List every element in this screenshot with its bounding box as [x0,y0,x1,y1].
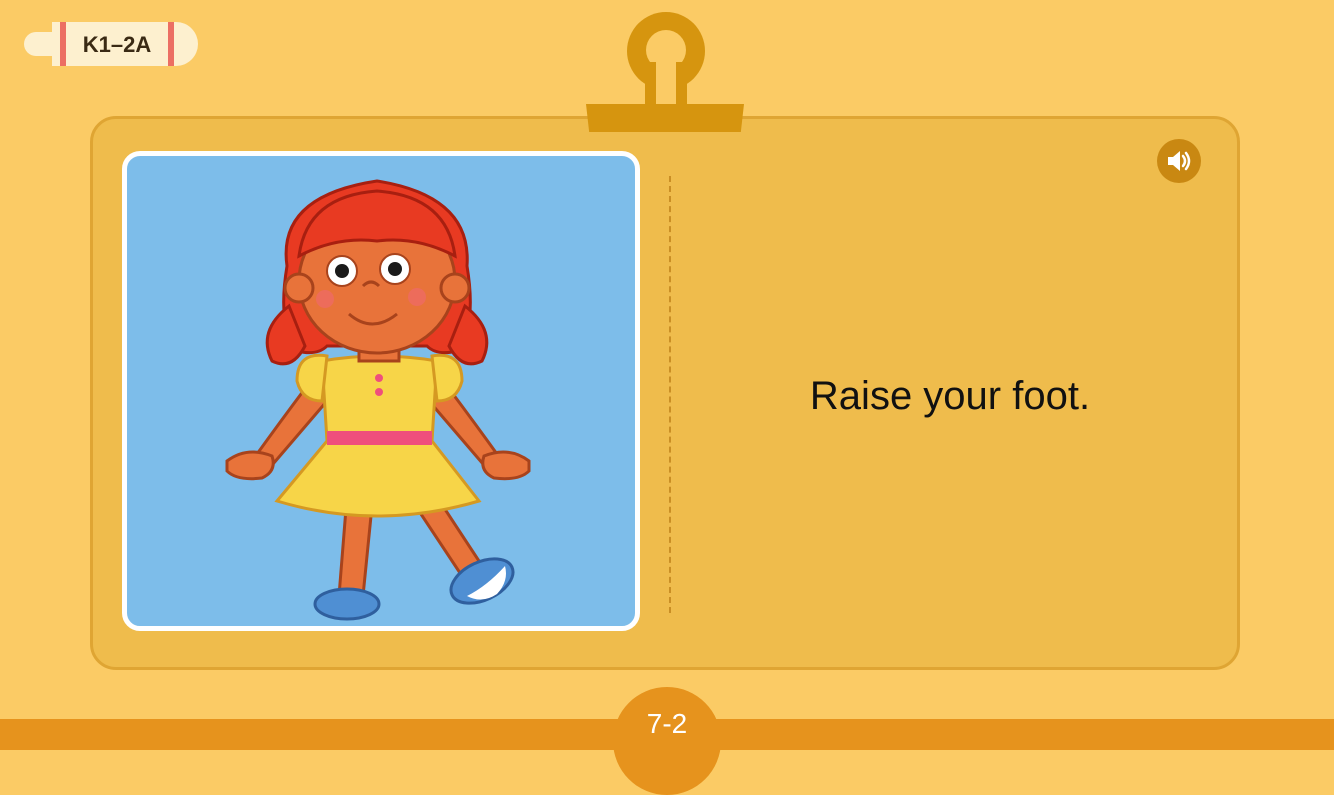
girl-illustration [225,179,531,621]
left-shoe [313,587,381,621]
level-tag: K1–2A [24,22,198,66]
left-hand [225,450,275,481]
left-cheek [316,290,334,308]
card-sentence: Raise your foot. [809,374,1091,418]
right-hand [481,450,531,481]
page-number: 7-2 [646,708,688,739]
right-sleeve [430,353,464,403]
right-ear [439,272,471,304]
right-cheek [408,288,426,306]
audio-button[interactable] [1157,139,1201,183]
dress-button [375,374,383,382]
dress-top [320,354,439,443]
left-ear [283,272,315,304]
card-divider [669,176,671,613]
dress-skirt [274,439,482,518]
dress-belt [327,431,432,445]
clip-base [586,104,744,132]
clip-slot [656,62,676,106]
illustration-frame [122,151,640,631]
level-label: K1–2A [82,32,152,57]
dress-button [375,388,383,396]
speaker-icon [1168,151,1191,171]
crayon-stripe-right [168,22,174,66]
